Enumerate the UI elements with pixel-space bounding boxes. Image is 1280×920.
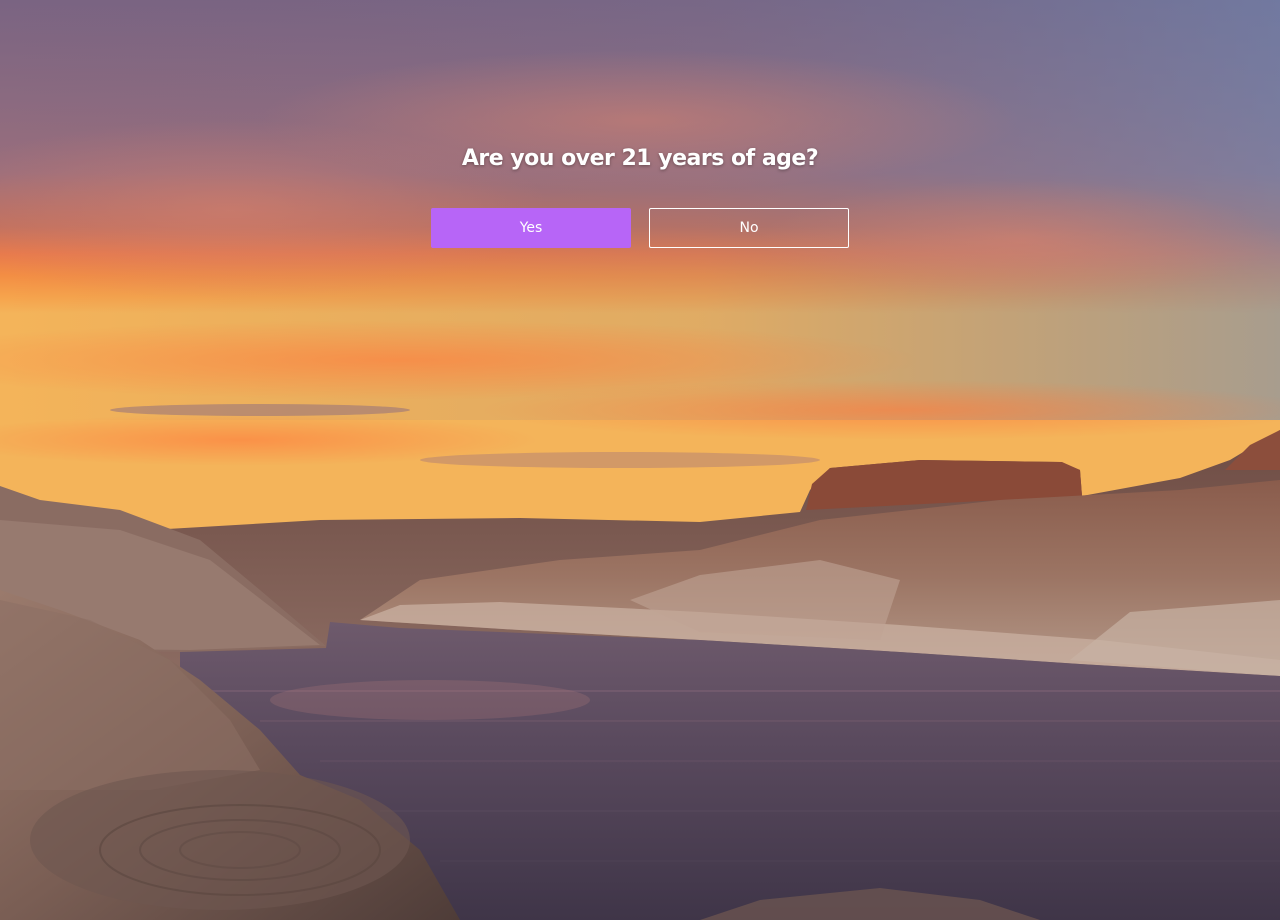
no-button[interactable]: No: [649, 208, 849, 248]
age-gate-page: Are you over 21 years of age? Yes No: [0, 0, 1280, 920]
yes-button[interactable]: Yes: [431, 208, 631, 248]
age-gate-dialog: Are you over 21 years of age? Yes No: [0, 0, 1280, 248]
age-question-heading: Are you over 21 years of age?: [461, 146, 819, 171]
age-gate-buttons: Yes No: [431, 208, 849, 248]
